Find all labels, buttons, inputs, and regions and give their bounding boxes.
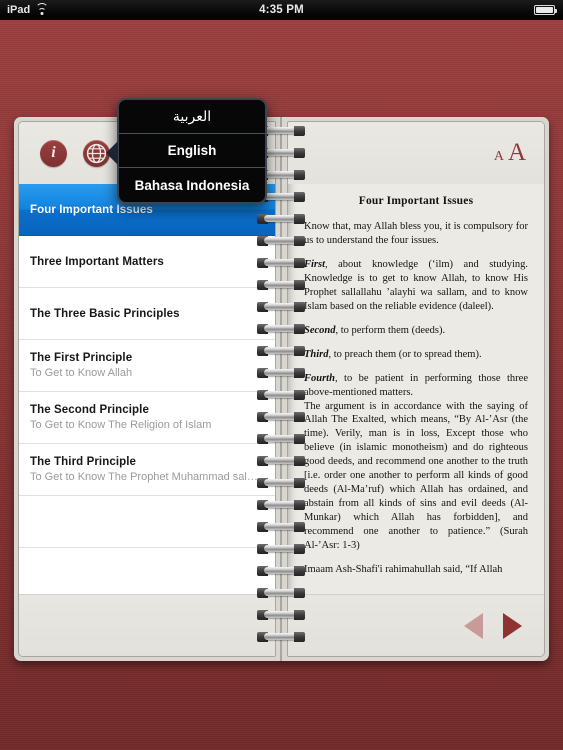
device-label: iPad (7, 4, 31, 16)
right-toolbar: A A (288, 122, 544, 184)
list-item[interactable]: The First Principle To Get to Know Allah (19, 340, 275, 392)
font-large-icon: A (507, 139, 526, 166)
paragraph-lead: First (304, 258, 326, 270)
paragraph-text: Imaam Ash-Shafi'i rahimahullah said, “If… (304, 564, 503, 576)
font-size-button[interactable]: A A (494, 139, 526, 167)
paragraph-text: The argument is in accordance with the s… (304, 400, 528, 552)
table-of-contents-list[interactable]: Four Important Issues Three Important Ma… (19, 184, 275, 594)
font-small-icon: A (493, 149, 504, 164)
language-option-arabic[interactable]: العربية (119, 100, 265, 134)
page-content: Four Important Issues Know that, may All… (288, 184, 544, 594)
toc-title: Four Important Issues (30, 203, 153, 216)
language-option-english[interactable]: English (119, 134, 265, 168)
list-item[interactable]: The Second Principle To Get to Know The … (19, 392, 275, 444)
toc-title: The Three Basic Principles (30, 307, 180, 320)
list-item[interactable]: Three Important Matters (19, 236, 275, 288)
right-footer-bar (288, 594, 544, 656)
toc-title: Three Important Matters (30, 255, 164, 268)
paragraph-text: Know that, may Allah bless you, it is co… (304, 221, 528, 246)
list-item[interactable]: The Third Principle To Get to Know The P… (19, 444, 275, 496)
globe-icon (86, 143, 107, 163)
paragraph: Fourth, to be patient in performing thos… (304, 372, 528, 400)
toc-title: The First Principle (30, 352, 133, 364)
paragraph-lead: Third (304, 348, 329, 360)
toc-subtitle: To Get to Know Allah (30, 367, 133, 379)
wifi-icon (35, 3, 49, 15)
paragraph-text: , to be patient in performing those thre… (304, 372, 528, 398)
paragraph: Second, to perform them (deeds). (304, 324, 528, 338)
paragraph: Imaam Ash-Shafi'i rahimahullah said, “If… (304, 563, 528, 577)
info-button[interactable]: i (40, 139, 67, 167)
left-footer-bar (19, 594, 275, 656)
toc-subtitle: To Get to Know The Religion of Islam (30, 419, 212, 431)
paragraph: Third, to preach them (or to spread them… (304, 348, 528, 362)
prev-arrow-icon[interactable] (464, 612, 483, 639)
book-container: i Four Important Issues Three Important … (14, 117, 549, 661)
list-item-empty (19, 496, 275, 548)
next-arrow-icon[interactable] (503, 612, 522, 639)
status-bar: iPad 4:35 PM (0, 0, 563, 20)
toc-title: The Third Principle (30, 456, 137, 468)
page-title: Four Important Issues (358, 195, 474, 207)
status-bar-right (534, 5, 558, 15)
paragraph-text: , to perform them (deeds). (335, 324, 446, 336)
paragraph-text: , about knowledge (ʻilm) and studying. K… (304, 258, 528, 312)
toc-title: The Second Principle (30, 404, 149, 416)
list-item[interactable]: The Three Basic Principles (19, 288, 275, 340)
language-option-indonesian[interactable]: Bahasa Indonesia (119, 168, 265, 202)
language-popover[interactable]: العربية English Bahasa Indonesia (106, 98, 267, 204)
info-icon: i (51, 144, 56, 161)
paragraph: Know that, may Allah bless you, it is co… (304, 220, 528, 248)
status-bar-left: iPad (7, 3, 49, 16)
right-page: A A Four Important Issues Know that, may… (287, 121, 545, 657)
paragraph-text: , to preach them (or to spread them). (328, 348, 482, 360)
list-item-empty (19, 548, 275, 594)
battery-icon (534, 5, 558, 15)
paragraph: The argument is in accordance with the s… (304, 400, 528, 553)
toc-subtitle: To Get to Know The Prophet Muhammad sal… (30, 471, 258, 483)
paragraph-lead: Fourth (304, 372, 335, 384)
paragraph: First, about knowledge (ʻilm) and studyi… (304, 258, 528, 314)
clock-label: 4:35 PM (259, 4, 304, 16)
paragraph-lead: Second (304, 324, 336, 336)
